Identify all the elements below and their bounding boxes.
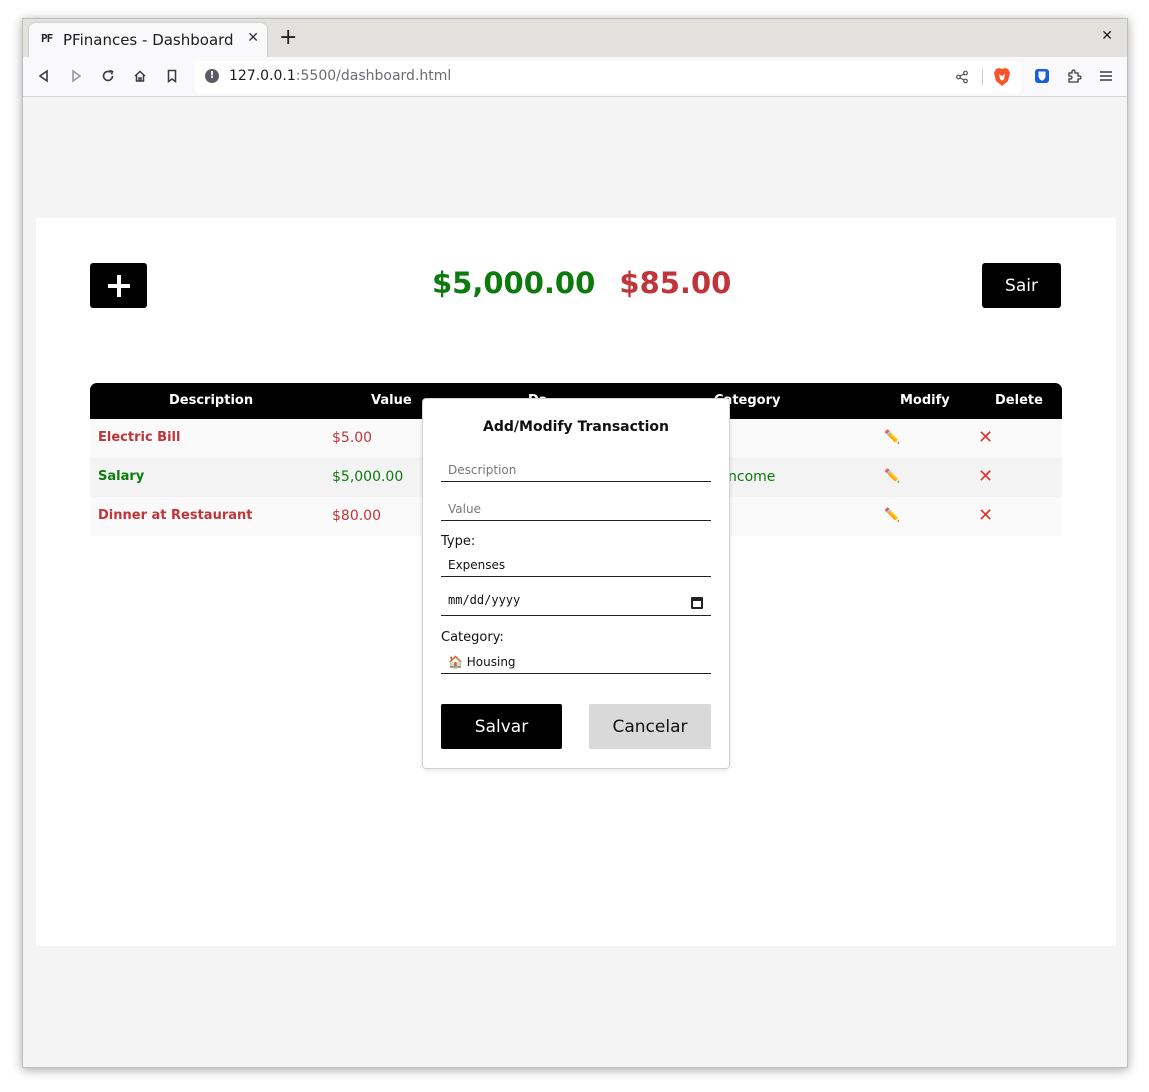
url-text: 127.0.0.1:5500/dashboard.html — [229, 68, 452, 84]
share-icon[interactable] — [955, 69, 969, 88]
tab-title: PFinances - Dashboard — [63, 31, 234, 49]
save-button[interactable]: Salvar — [441, 704, 562, 749]
delete-cross-icon[interactable]: ✕ — [978, 427, 993, 448]
date-input[interactable]: mm/dd/yyyy — [441, 593, 711, 616]
balance-totals: $5,000.00 $85.00 — [432, 266, 731, 300]
site-info-icon[interactable]: ! — [205, 69, 219, 83]
forward-arrow-icon[interactable] — [65, 65, 87, 87]
reload-icon[interactable] — [97, 65, 119, 87]
delete-cross-icon[interactable]: ✕ — [978, 466, 993, 487]
header-delete: Delete — [995, 393, 1043, 408]
new-tab-button[interactable]: + — [279, 25, 297, 50]
type-select[interactable]: Expenses — [441, 554, 711, 577]
navigation-bar: ! 127.0.0.1:5500/dashboard.html — [23, 57, 1127, 97]
logout-button[interactable]: Sair — [982, 263, 1061, 308]
type-selected-value: Expenses — [448, 558, 506, 572]
edit-pencil-icon[interactable]: ✏️ — [884, 430, 900, 445]
tab-strip: PF PFinances - Dashboard ✕ + ✕ — [23, 19, 1127, 57]
category-label: Category: — [441, 630, 504, 645]
value-field-wrapper — [441, 498, 711, 521]
url-divider — [982, 69, 983, 85]
type-label: Type: — [441, 534, 476, 549]
calendar-icon[interactable] — [691, 597, 703, 609]
back-arrow-icon[interactable] — [33, 65, 55, 87]
date-placeholder: mm/dd/yyyy — [448, 593, 521, 607]
address-bar[interactable]: ! 127.0.0.1:5500/dashboard.html — [195, 61, 1021, 93]
home-icon[interactable] — [129, 65, 151, 87]
row-description: Salary — [98, 469, 145, 484]
transaction-modal: Add/Modify Transaction Type: Expenses mm… — [422, 398, 730, 769]
delete-cross-icon[interactable]: ✕ — [978, 505, 993, 526]
income-total: $5,000.00 — [432, 266, 596, 300]
edit-pencil-icon[interactable]: ✏️ — [884, 469, 900, 484]
description-input[interactable] — [441, 459, 711, 481]
row-category: ncome — [728, 469, 776, 485]
add-transaction-button[interactable] — [90, 263, 147, 308]
header-description: Description — [169, 393, 254, 408]
row-value: $5,000.00 — [332, 469, 404, 485]
page-content: $5,000.00 $85.00 Sair Description Value … — [23, 98, 1127, 1067]
window-close-button[interactable]: ✕ — [1101, 28, 1113, 44]
expense-total: $85.00 — [619, 266, 732, 300]
category-select[interactable]: 🏠 Housing — [441, 651, 711, 674]
row-description: Electric Bill — [98, 430, 181, 445]
cancel-button[interactable]: Cancelar — [589, 704, 711, 749]
header-modify: Modify — [900, 393, 950, 408]
description-field-wrapper — [441, 459, 711, 482]
row-value: $5.00 — [332, 430, 373, 446]
menu-hamburger-icon[interactable] — [1095, 65, 1117, 87]
row-description: Dinner at Restaurant — [98, 508, 253, 523]
category-selected-value: 🏠 Housing — [448, 655, 516, 669]
extensions-puzzle-icon[interactable] — [1063, 65, 1085, 87]
browser-tab-active[interactable]: PF PFinances - Dashboard ✕ — [29, 23, 267, 57]
bitwarden-extension-icon[interactable] — [1031, 65, 1053, 87]
row-value: $80.00 — [332, 508, 381, 524]
browser-window: PF PFinances - Dashboard ✕ + ✕ ! 127.0.0… — [22, 18, 1128, 1068]
header-value: Value — [371, 393, 412, 408]
bookmark-icon[interactable] — [161, 65, 183, 87]
modal-title: Add/Modify Transaction — [483, 419, 669, 435]
favicon-icon: PF — [41, 32, 53, 45]
value-input[interactable] — [441, 498, 711, 520]
brave-shield-icon[interactable] — [993, 67, 1011, 91]
edit-pencil-icon[interactable]: ✏️ — [884, 508, 900, 523]
tab-close-icon[interactable]: ✕ — [247, 30, 259, 46]
